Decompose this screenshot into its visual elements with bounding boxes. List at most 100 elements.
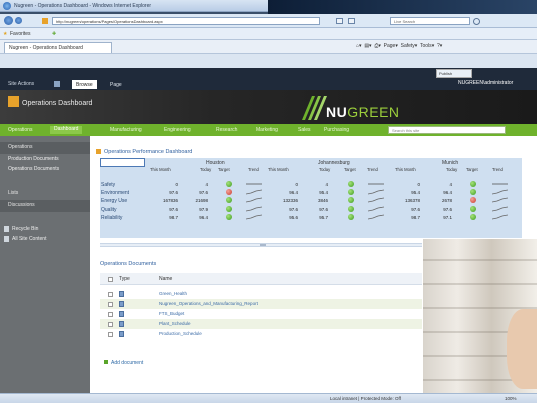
this-month-value: 97.6 [289,207,298,212]
user-menu[interactable]: NUGREEN\administrator [458,80,513,86]
document-name-link[interactable]: Nugreen_Operations_and_Manufacturing_Rep… [159,301,258,306]
url-input[interactable]: http://nugreen/operations/Pages/Operatio… [52,17,320,25]
document-row[interactable]: Nugreen_Operations_and_Manufacturing_Rep… [100,299,422,309]
status-indicator-icon [470,214,476,220]
page-menu[interactable]: Page [384,43,396,49]
status-indicator-icon [348,197,354,203]
tools-menu[interactable]: Tools [420,43,432,49]
help-icon[interactable]: ?▾ [437,43,442,49]
publish-button[interactable]: Publish [436,69,472,78]
tab-page[interactable]: Page [106,80,126,89]
feeds-icon[interactable]: ▤▾ [364,43,371,49]
topnav-item-purchasing[interactable]: Purchasing [324,127,349,133]
row-label: Energy Use [101,198,128,204]
trend-sparkline-icon [491,197,509,203]
status-indicator-icon [348,181,354,187]
tab-bar: Nugreen - Operations Dashboard ⌂▾ ▤▾ ⎙▾ … [0,40,537,54]
browser-tab[interactable]: Nugreen - Operations Dashboard [4,42,112,53]
zoom-level[interactable]: 100% [505,396,517,401]
row-checkbox[interactable] [108,332,113,337]
col-today-2: Today [319,167,331,172]
group-header-munich: Munich [442,160,459,166]
document-row[interactable]: FTS_Budget [100,309,422,319]
col-trend-1: Trend [248,167,259,172]
this-month-value: 0 [295,182,298,187]
col-this-month-3: This Month [395,167,416,172]
document-name-link[interactable]: Production_Schedule [159,331,202,336]
home-icon[interactable]: ⌂▾ [356,43,362,49]
status-bar: Local intranet | Protected Mode: Off 100… [0,393,537,403]
document-row[interactable]: Plant_Schedule [100,319,422,329]
site-search-input[interactable]: Search this site [388,126,506,134]
select-all-checkbox[interactable] [108,277,113,282]
search-icon[interactable] [473,18,480,25]
document-name-link[interactable]: FTS_Budget [159,311,184,316]
topnav-item-marketing[interactable]: Marketing [256,127,278,133]
address-bar: http://nugreen/operations/Pages/Operatio… [0,14,537,28]
document-row[interactable]: Green_Health [100,289,422,299]
trend-sparkline-icon [367,206,385,212]
quick-launch: Operations Production Documents Operatio… [0,136,90,403]
row-checkbox[interactable] [108,302,113,307]
topnav-item-sales[interactable]: Sales [298,127,311,133]
add-document-link[interactable]: Add document [104,360,143,366]
scorecard-filter-box[interactable] [100,158,145,167]
trend-sparkline-icon [367,197,385,203]
favorites-button[interactable]: Favorites [10,31,31,37]
navigate-up-icon[interactable] [54,81,60,87]
row-checkbox[interactable] [108,292,113,297]
this-month-value: 98.7 [411,215,420,220]
col-this-month-1: This Month [150,167,171,172]
add-favorite-icon[interactable]: ✚ [52,31,56,37]
status-indicator-icon [470,189,476,195]
quick-launch-header-discussions[interactable]: Discussions [8,202,35,208]
quick-launch-item-operations-documents[interactable]: Operations Documents [8,166,59,172]
status-indicator-icon [226,197,232,203]
site-actions-menu[interactable]: Site Actions [8,81,34,87]
divider-grip [260,244,266,246]
topnav-item-dashboard[interactable]: Dashboard [50,126,83,134]
row-checkbox[interactable] [108,322,113,327]
row-checkbox[interactable] [108,312,113,317]
trend-sparkline-icon [491,206,509,212]
dashboard-icon [96,149,101,155]
search-input[interactable]: Live Search [390,17,470,25]
quick-launch-recycle-bin[interactable]: Recycle Bin [12,226,38,232]
topnav-item-operations[interactable]: Operations [8,127,32,133]
today-value: 3846 [317,198,328,203]
col-type-header[interactable]: Type [119,276,130,282]
topnav-item-engineering[interactable]: Engineering [164,127,191,133]
quick-launch-all-site-content[interactable]: All Site Content [12,236,46,242]
zone-divider [100,243,422,247]
stop-icon[interactable] [348,18,355,24]
person-photo [507,309,537,389]
document-name-link[interactable]: Plant_Schedule [159,321,191,326]
status-indicator-icon [470,206,476,212]
topnav-item-research[interactable]: Research [216,127,237,133]
ribbon-bar: Site Actions Browse Page Publish NUGREEN… [0,68,537,90]
quick-launch-item-production-documents[interactable]: Production Documents [8,156,59,162]
safety-menu[interactable]: Safety [401,43,415,49]
topnav-item-manufacturing[interactable]: Manufacturing [110,127,142,133]
document-name-link[interactable]: Green_Health [159,291,187,296]
forward-icon[interactable] [15,17,22,24]
site-banner: Operations Dashboard NUGREEN [0,90,537,124]
print-icon[interactable]: ⎙▾ [374,43,381,49]
refresh-icon[interactable] [336,18,343,24]
status-indicator-icon [226,214,232,220]
quick-launch-header-lists[interactable]: Lists [8,190,18,196]
site-icon [8,96,19,107]
quick-launch-header-operations[interactable]: Operations [8,144,32,150]
row-label: Reliability [101,215,123,221]
favorites-star-icon[interactable]: ★ [3,31,7,37]
col-target-2: Target [344,167,356,172]
window-title: Nugreen - Operations Dashboard - Windows… [14,3,152,9]
document-row[interactable]: Production_Schedule [100,329,422,339]
this-month-value: 95.4 [411,190,420,195]
chrome-separator [0,54,537,68]
tab-browse[interactable]: Browse [72,80,97,89]
site-search-icon[interactable]: ⌕ [496,126,499,132]
col-name-header[interactable]: Name [159,276,172,282]
back-icon[interactable] [4,16,13,25]
today-value: 95.7 [319,215,328,220]
